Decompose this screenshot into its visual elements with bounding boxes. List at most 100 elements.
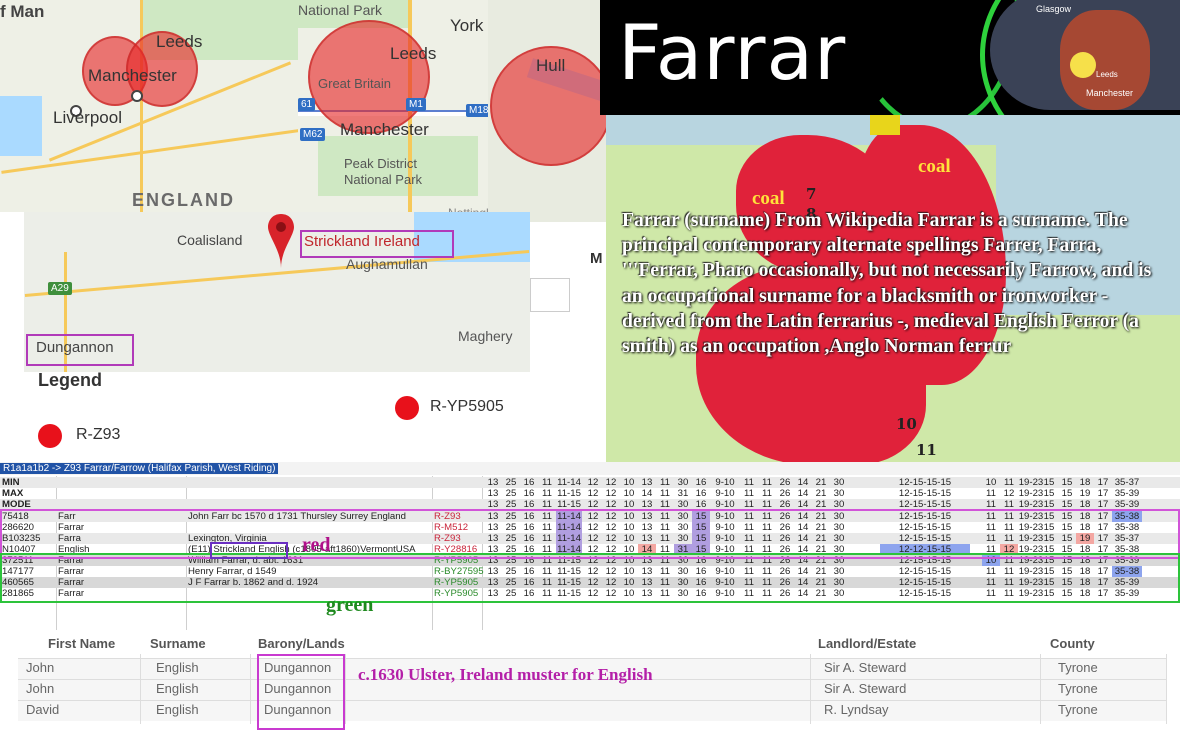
legend-marker-icon [395, 396, 419, 420]
map-hull[interactable]: Hull [488, 0, 606, 222]
marker-value: 30 [833, 488, 845, 499]
map-strickland[interactable]: Coalisland Strickland Ireland Aughamulla… [24, 212, 530, 372]
marker-value: 21 [815, 477, 827, 488]
banner-title: Farrar [618, 8, 847, 97]
column-header[interactable]: Landlord/Estate [818, 636, 916, 651]
farrar-banner: Farrar Glasgow Leeds Manchester [600, 0, 1180, 115]
column-header[interactable]: Barony/Lands [258, 636, 345, 651]
road-shield: A29 [48, 282, 72, 295]
city-label: Leeds [1096, 70, 1118, 79]
map-manchester-leeds[interactable]: f Man Leeds Manchester Liverpool ENGLAND [0, 0, 300, 212]
muster-cell: David [26, 702, 60, 717]
park-label: Peak District [344, 156, 417, 171]
marker-value: 14 [641, 488, 653, 499]
marker-value: 13 [641, 477, 653, 488]
marker-value: 12-15-15-15 [898, 477, 952, 488]
legend-label: R-Z93 [76, 426, 121, 443]
muster-cell: John [26, 681, 55, 696]
marker-value: 35-37 [1114, 477, 1140, 488]
column-header[interactable]: First Name [48, 636, 115, 651]
city-label: Manchester [340, 120, 429, 139]
uk-inset-map: Glasgow Leeds Manchester [990, 0, 1180, 110]
marker-value: 12 [605, 488, 617, 499]
muster-note: c.1630 Ulster, Ireland muster for Englis… [358, 665, 653, 684]
sea-area [0, 96, 42, 156]
motorway [1, 129, 299, 174]
road-shield: M62 [300, 128, 326, 141]
legend-marker-icon [38, 424, 62, 448]
dna-row: MAX 13 25 16 11 11-15 12 12 10 14 11 31 16 9-10 11 11 26… [0, 488, 1180, 499]
marker-value: 17 [1097, 477, 1109, 488]
search-box-partial[interactable] [530, 278, 570, 312]
column-divider [1166, 654, 1167, 724]
region-number: 11 [916, 441, 937, 459]
marker-value: 16 [523, 488, 535, 499]
muster-cell: English [156, 702, 199, 717]
marker-value: 15 [1043, 488, 1055, 499]
dna-row: MIN 13 25 16 11 11-14 12 12 10 13 11 30 16 9-10 11 11 26… [0, 477, 1180, 488]
column-divider [250, 654, 251, 724]
road-shield: M1 [406, 98, 426, 111]
dna-table-title: R1a1a1b2 -> Z93 Farrar/Farrow (Halifax P… [0, 462, 1180, 475]
marker-value: 26 [779, 477, 791, 488]
marker-value: 30 [677, 477, 689, 488]
green-group-tag: green [326, 594, 374, 616]
red-group-tag: red [302, 534, 331, 556]
dungannon-highlight-box [257, 654, 345, 730]
wikipedia-excerpt: Farrar (surname) From Wikipedia Farrar i… [622, 210, 1152, 358]
marker-value: 12 [587, 477, 599, 488]
marker-value: 12-15-15-15 [898, 488, 952, 499]
muster-cell: Sir A. Steward [824, 660, 907, 675]
park-label: National Park [344, 172, 423, 187]
place-label: Coalisland [177, 232, 243, 248]
muster-cell: Tyrone [1058, 702, 1098, 717]
city-label: York [450, 16, 484, 35]
city-label: Manchester [1086, 88, 1134, 98]
legend-label: R-YP5905 [430, 398, 504, 415]
marker-value: 11 [660, 488, 670, 499]
marker-value: 11 [744, 488, 754, 499]
city-label: Glasgow [1036, 4, 1072, 14]
muster-cell: R. Lyndsay [824, 702, 889, 717]
place-label: Dungannon [36, 339, 114, 356]
marker-value: 17 [1097, 488, 1109, 499]
marker-value: 11 [1004, 477, 1014, 488]
marker-value: 12 [605, 477, 617, 488]
stat-label: MIN [2, 477, 20, 488]
marker-value: 15 [1043, 477, 1055, 488]
marker-value: 26 [779, 488, 791, 499]
road-shield: 61 [298, 98, 316, 111]
green-group-box [0, 553, 1180, 603]
marker-value: 25 [505, 488, 517, 499]
muster-cell: Tyrone [1058, 660, 1098, 675]
marker-value: 14 [797, 477, 809, 488]
marker-value: 25 [505, 477, 517, 488]
marker-value: 15 [1061, 488, 1073, 499]
marker-value: 9-10 [715, 488, 735, 499]
marker-value: 12 [587, 488, 599, 499]
marker-value: 10 [985, 477, 997, 488]
place-label: Maghery [458, 328, 513, 344]
marker-value: 16 [695, 477, 707, 488]
column-header[interactable]: Surname [150, 636, 206, 651]
marker-value: 10 [623, 477, 635, 488]
marker-value: 16 [695, 488, 707, 499]
column-header[interactable]: County [1050, 636, 1095, 651]
region-label: ENGLAND [132, 190, 235, 210]
marker-value: 19 [1079, 488, 1091, 499]
heat-spot [1070, 52, 1096, 78]
marker-value: 11-14 [557, 477, 581, 488]
city-label: Great Britain [318, 76, 391, 91]
marker-value: 35-39 [1114, 488, 1140, 499]
city-label: Manchester [88, 66, 177, 85]
place-label: Strickland Ireland [304, 233, 420, 250]
place-label: Aughamullan [346, 256, 428, 272]
marker-value: 11-15 [557, 488, 581, 499]
strickland-highlight-box [210, 542, 288, 559]
muster-cell: English [156, 660, 199, 675]
column-divider [1040, 654, 1041, 724]
location-pin-icon[interactable] [268, 214, 294, 268]
marker-value: 31 [677, 488, 689, 499]
column-divider [345, 654, 346, 724]
city-label: Hull [536, 56, 566, 75]
